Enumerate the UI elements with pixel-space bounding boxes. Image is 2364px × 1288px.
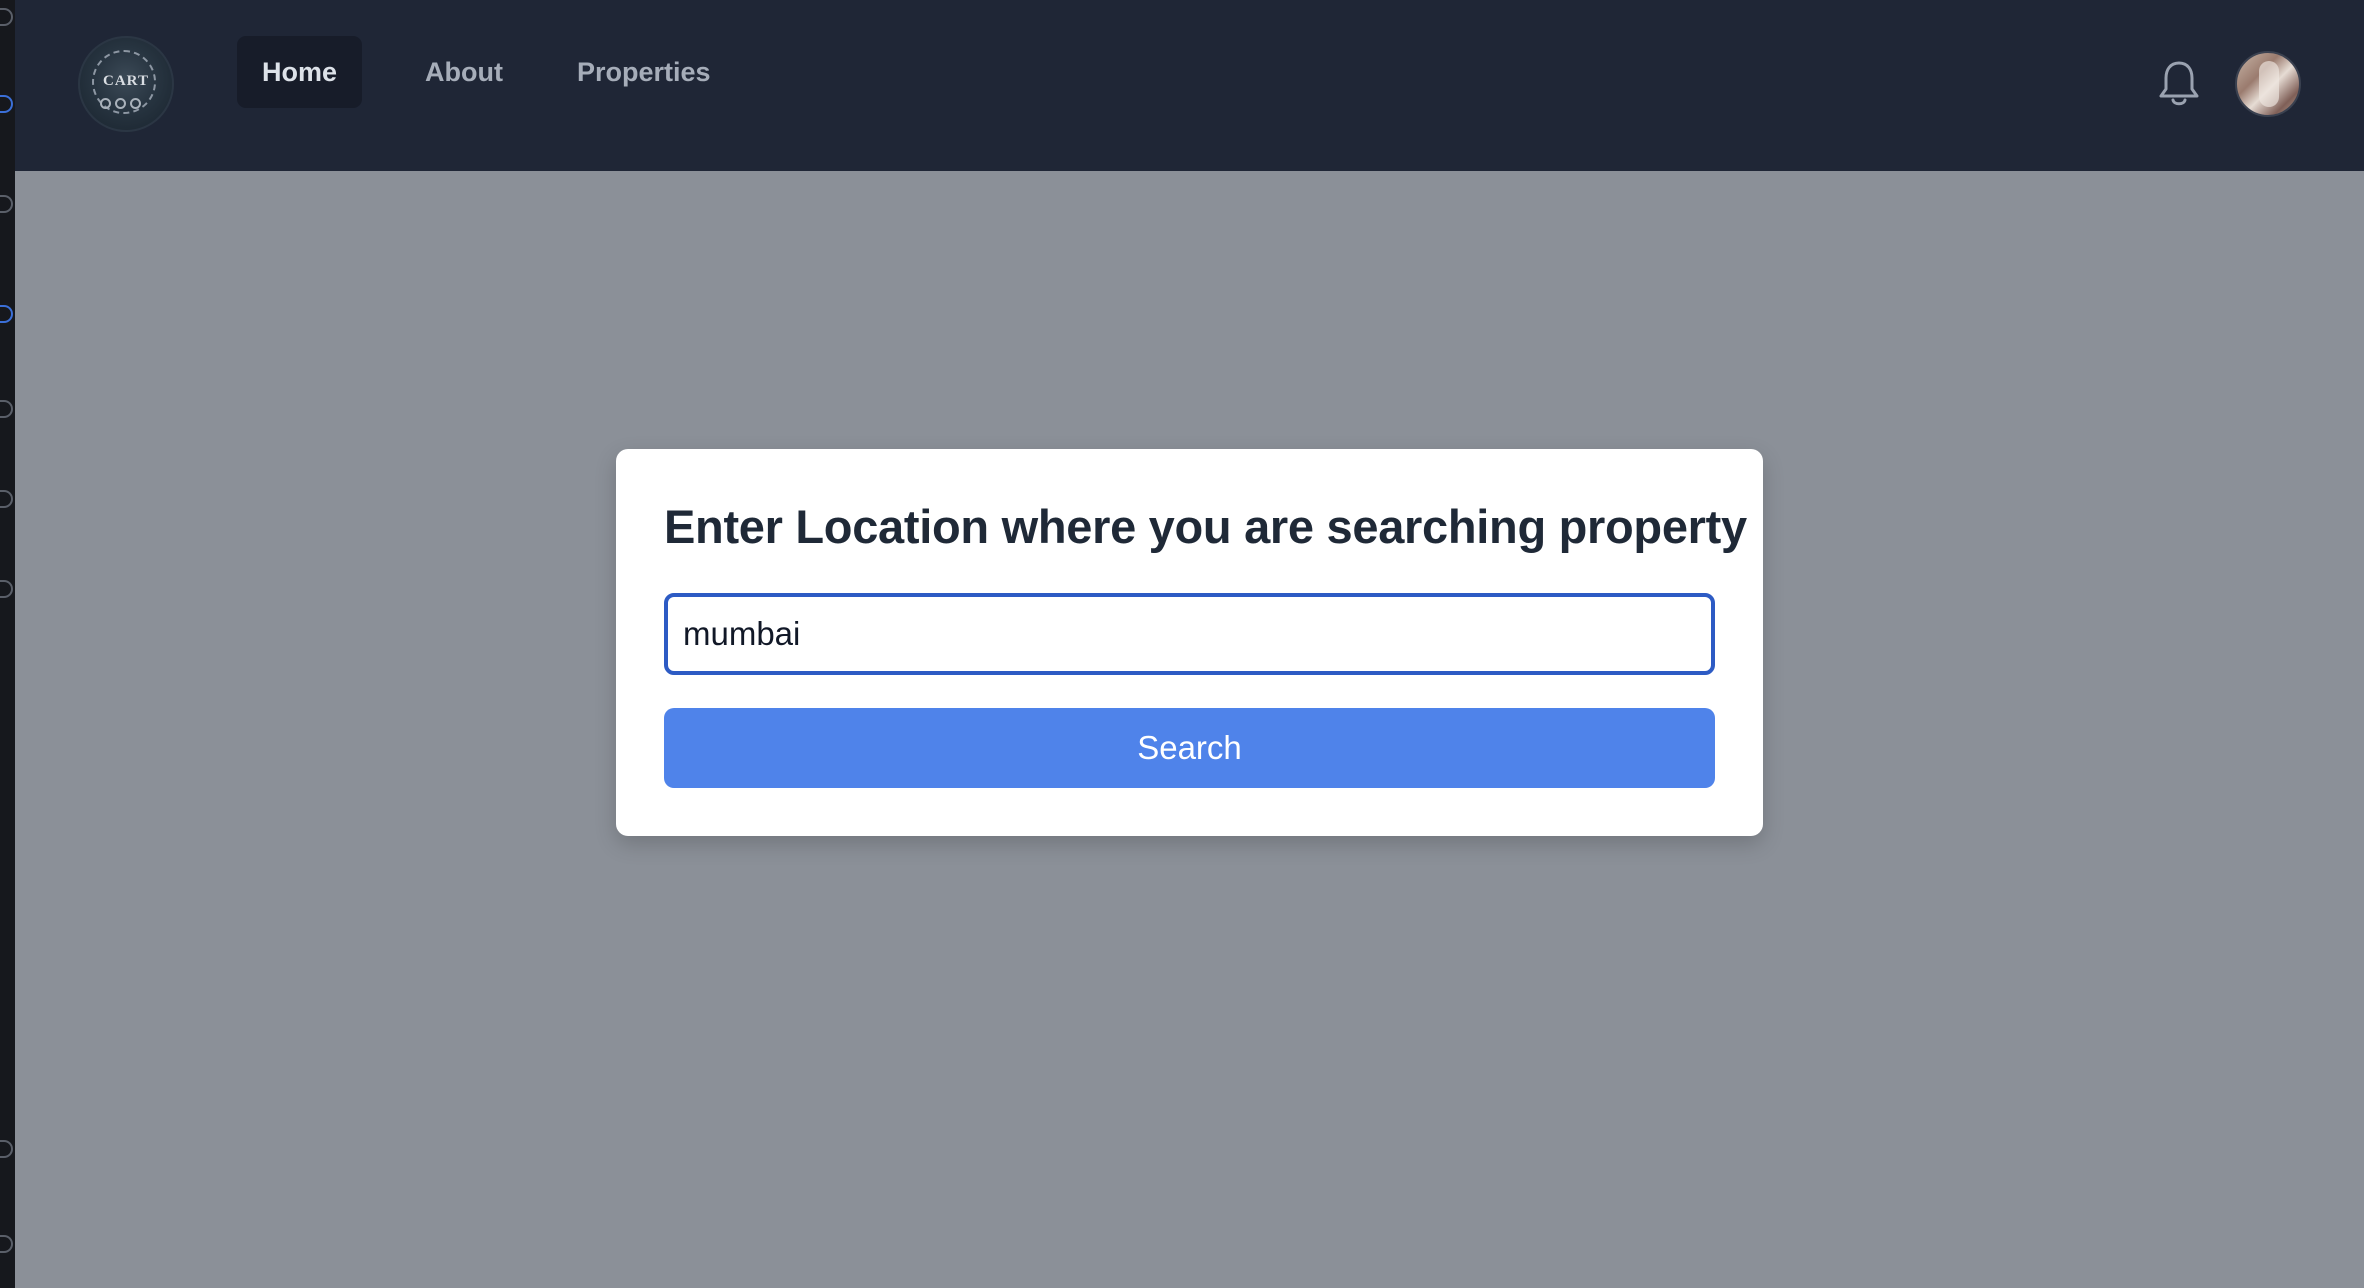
user-avatar[interactable]: [2235, 51, 2301, 117]
location-search-card: Enter Location where you are searching p…: [616, 449, 1763, 836]
logo-text: CART: [103, 73, 149, 89]
strip-extensions-icon: [0, 305, 13, 323]
strip-docker-icon: [0, 400, 13, 418]
app-window: CART Home About Properties Enter Locatio…: [15, 0, 2364, 1288]
bell-icon[interactable]: [2157, 58, 2201, 108]
brand-logo[interactable]: CART: [78, 36, 174, 132]
search-card-title: Enter Location where you are searching p…: [664, 500, 1747, 553]
nav-about-link[interactable]: About: [400, 36, 528, 108]
location-search-input[interactable]: [664, 593, 1715, 675]
strip-branch-icon: [0, 95, 13, 113]
nav-properties-link[interactable]: Properties: [552, 36, 736, 108]
strip-testing-icon: [0, 580, 13, 598]
strip-account-icon: [0, 1140, 13, 1158]
logo-wheels: [100, 96, 152, 110]
strip-remote-icon: [0, 490, 13, 508]
left-window-strip: [0, 0, 15, 1288]
strip-debug-icon: [0, 195, 13, 213]
search-button[interactable]: Search: [664, 708, 1715, 788]
nav-home-link[interactable]: Home: [237, 36, 363, 108]
strip-search-icon: [0, 8, 13, 26]
main-nav: Home About Properties: [237, 36, 736, 108]
strip-settings-icon: [0, 1235, 13, 1253]
navbar: CART Home About Properties: [15, 0, 2364, 171]
